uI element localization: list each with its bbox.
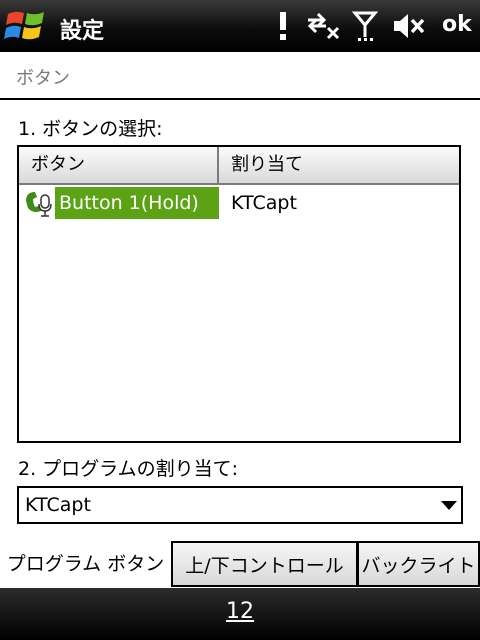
program-dropdown-value: KTCapt: [25, 494, 91, 516]
column-header-assignment[interactable]: 割り当て: [219, 147, 459, 183]
list-header: ボタン 割り当て: [19, 147, 459, 185]
softkey-center[interactable]: 12: [0, 599, 480, 624]
notification-icon[interactable]: [276, 10, 290, 42]
phone-mic-icon: [26, 192, 52, 217]
tab-program-buttons[interactable]: プログラム ボタン: [0, 541, 171, 587]
row-button-name[interactable]: Button 1(Hold): [55, 187, 219, 219]
assign-program-label: 2. プログラムの割り当て:: [18, 458, 238, 480]
tab-bar: プログラム ボタン 上/下コントロール バックライト: [0, 541, 480, 589]
program-dropdown[interactable]: KTCapt: [17, 486, 463, 524]
data-connection-icon[interactable]: [306, 10, 342, 42]
windows-start-icon[interactable]: [4, 8, 50, 44]
page-header: ボタン: [0, 52, 480, 100]
tab-up-down-control[interactable]: 上/下コントロール: [171, 541, 358, 587]
button-list[interactable]: ボタン 割り当て Button 1(Hold) KTCapt: [17, 145, 461, 443]
select-button-label: 1. ボタンの選択:: [18, 118, 163, 140]
title-bar: 設定 ok: [0, 0, 480, 52]
row-assignment: KTCapt: [231, 192, 297, 214]
signal-icon[interactable]: [352, 10, 378, 42]
column-header-button[interactable]: ボタン: [19, 147, 219, 183]
app-title: 設定: [60, 19, 105, 44]
softkey-bar: 12: [0, 588, 480, 640]
page-title: ボタン: [16, 68, 70, 89]
chevron-down-icon[interactable]: [441, 501, 457, 510]
tab-backlight[interactable]: バックライト: [357, 541, 480, 587]
volume-muted-icon[interactable]: [392, 10, 426, 42]
list-item[interactable]: Button 1(Hold) KTCapt: [19, 185, 459, 221]
ok-button[interactable]: ok: [442, 12, 472, 37]
